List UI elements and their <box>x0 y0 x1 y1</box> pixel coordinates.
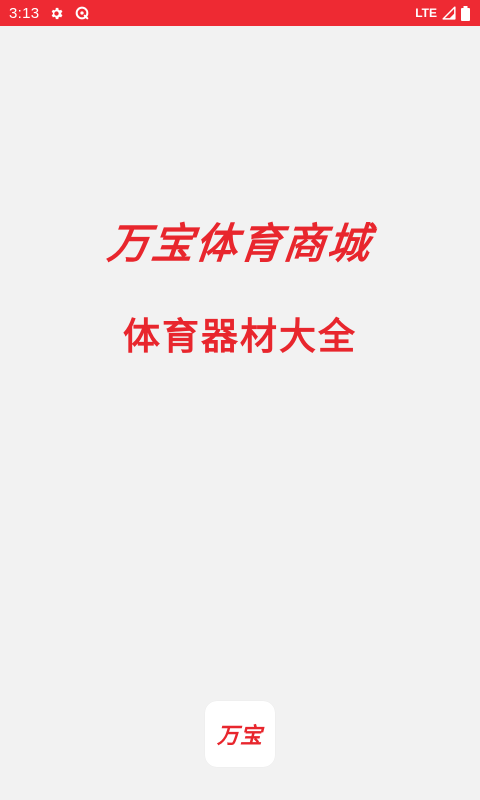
data-saver-icon <box>74 5 90 21</box>
splash-subtitle: 体育器材大全 <box>123 315 357 358</box>
network-type: LTE <box>415 6 437 20</box>
battery-icon <box>461 5 470 21</box>
status-time: 3:13 <box>9 4 40 22</box>
settings-gear-icon <box>49 6 64 21</box>
splash-title: 万宝体育商城 <box>105 219 375 268</box>
app-logo-text: 万宝 <box>216 724 263 749</box>
status-right: LTE <box>415 5 470 21</box>
status-bar: 3:13 LTE <box>0 0 480 26</box>
app-logo: 万宝 <box>205 701 275 767</box>
status-left: 3:13 <box>9 5 90 22</box>
signal-icon <box>442 6 456 20</box>
